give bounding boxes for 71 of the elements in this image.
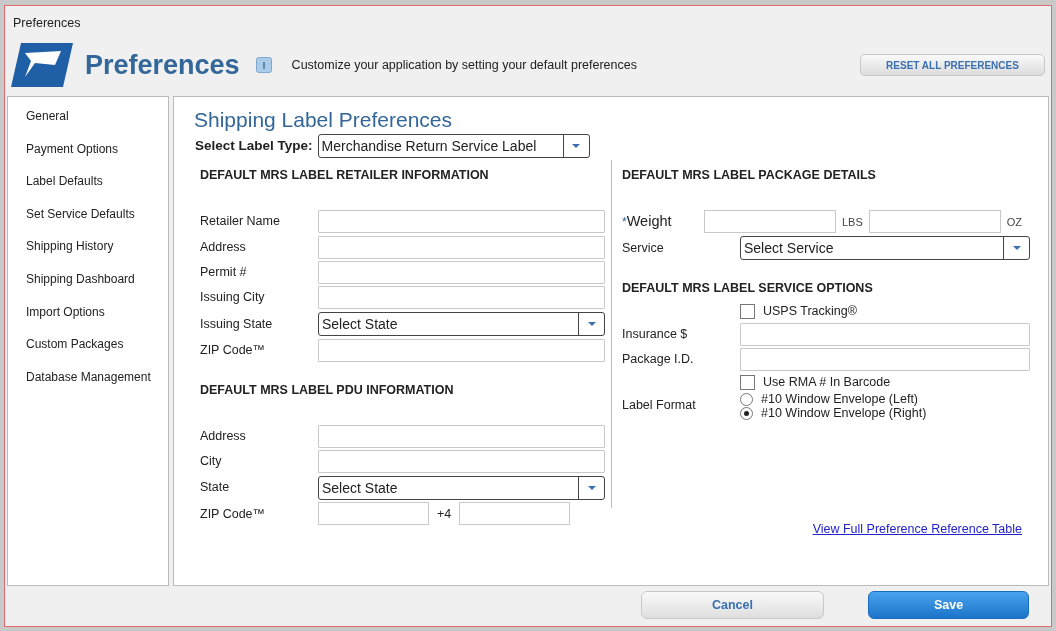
field-label: Insurance $ — [622, 325, 689, 343]
field-label: Issuing City — [200, 289, 266, 307]
sidebar-item[interactable]: Custom Packages — [8, 333, 168, 366]
input-field[interactable] — [318, 338, 605, 362]
dropdown[interactable]: Select State — [318, 311, 605, 336]
input-field[interactable] — [318, 235, 605, 259]
input-field[interactable] — [318, 424, 605, 448]
logo-icon — [11, 43, 73, 87]
reference-table-link[interactable]: View Full Preference Reference Table — [812, 520, 1022, 539]
sidebar-item[interactable]: Payment Options — [8, 137, 168, 171]
sidebar-item[interactable]: Database Management — [8, 365, 168, 399]
input-field[interactable] — [704, 210, 836, 234]
sidebar-item[interactable]: Set Service Defaults — [8, 202, 168, 236]
sidebar-item[interactable]: Shipping History — [8, 235, 168, 268]
sidebar-item[interactable]: Shipping Dashboard — [8, 267, 168, 301]
input-field[interactable] — [318, 502, 429, 526]
input-field[interactable] — [740, 347, 1030, 371]
sidebar-item[interactable]: General — [8, 105, 168, 138]
caret-icon — [571, 143, 582, 150]
radio-button[interactable] — [740, 406, 753, 420]
unit-label: LBS — [841, 214, 864, 230]
dropdown[interactable]: Select Service — [740, 236, 1030, 260]
field-label: Address — [200, 238, 247, 256]
plus-four-label: +4 — [436, 505, 453, 523]
sidebar-item[interactable]: Import Options — [8, 300, 168, 334]
section-title: Shipping Label Preferences — [194, 107, 453, 133]
cancel-button[interactable]: Cancel — [641, 591, 824, 619]
section-heading: DEFAULT MRS LABEL PACKAGE DETAILS — [622, 167, 877, 185]
sidebar-item[interactable]: Label Defaults — [8, 170, 168, 203]
field-label: Select Label Type: — [195, 137, 313, 156]
field-label: *Weight — [622, 211, 673, 231]
field-label: City — [200, 453, 223, 471]
section-heading: DEFAULT MRS LABEL SERVICE OPTIONS — [622, 280, 874, 298]
checkbox[interactable] — [740, 374, 755, 390]
page-title: Preferences — [85, 48, 240, 82]
caret-icon — [586, 484, 597, 491]
field-label: ZIP Code™ — [200, 505, 267, 523]
input-field[interactable] — [868, 210, 1001, 234]
input-field[interactable] — [318, 260, 605, 284]
field-label: Permit # — [200, 264, 248, 282]
page-description: Customize your application by setting your default preferences — [291, 56, 637, 74]
input-field[interactable] — [318, 286, 605, 310]
caret-icon — [586, 320, 597, 327]
section-heading: DEFAULT MRS LABEL PDU INFORMATION — [200, 381, 455, 399]
field-label: Service — [622, 239, 665, 257]
field-label: Issuing State — [200, 315, 274, 333]
input-field[interactable] — [318, 450, 605, 474]
checkbox[interactable] — [740, 304, 755, 319]
caret-icon — [1011, 245, 1022, 251]
field-label: Package I.D. — [622, 351, 695, 369]
reset-all-button[interactable]: RESET ALL PREFERENCES — [860, 54, 1045, 76]
info-icon[interactable] — [255, 57, 272, 73]
window-title: Preferences — [12, 15, 82, 32]
dropdown[interactable]: Select State — [318, 475, 605, 500]
save-button[interactable]: Save — [868, 591, 1029, 619]
radio-label: #10 Window Envelope (Right) — [761, 405, 927, 422]
checkbox-label: USPS Tracking® — [763, 303, 857, 321]
checkbox-label: Use RMA # In Barcode — [763, 373, 891, 391]
input-field[interactable] — [740, 322, 1030, 346]
field-label: Label Format — [622, 397, 697, 415]
field-label: Retailer Name — [200, 213, 281, 231]
radio-button[interactable] — [740, 392, 753, 406]
input-field[interactable] — [318, 210, 605, 234]
radio-label: #10 Window Envelope (Left) — [761, 390, 919, 408]
field-label: ZIP Code™ — [200, 341, 267, 359]
section-heading: DEFAULT MRS LABEL RETAILER INFORMATION — [200, 167, 490, 185]
label-type-dropdown[interactable]: Merchandise Return Service Label — [317, 134, 590, 159]
field-label: Address — [200, 427, 247, 445]
field-label: State — [200, 479, 231, 497]
unit-label: OZ — [1005, 214, 1024, 230]
input-field[interactable] — [459, 502, 571, 526]
